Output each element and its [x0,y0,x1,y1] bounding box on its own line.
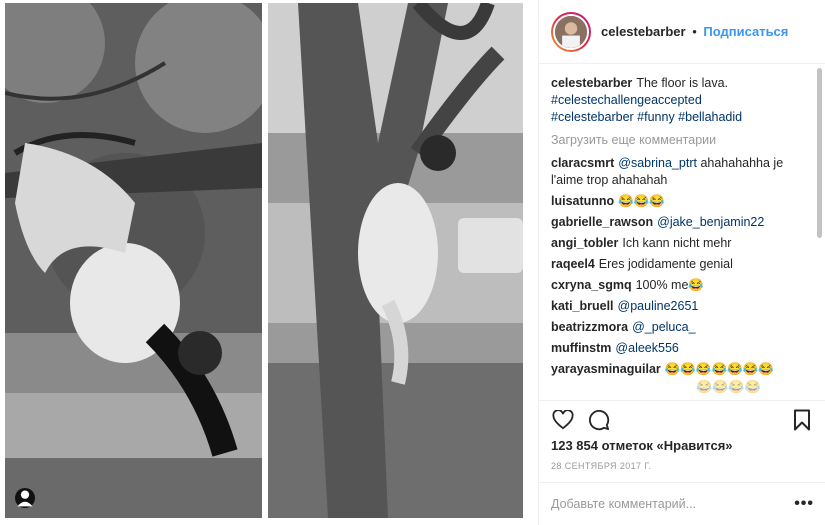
load-more-comments[interactable]: Загрузить еще комментарии [551,132,812,149]
action-bar [539,400,825,438]
comments-list[interactable]: celestebarber The floor is lava. #celeste… [539,65,825,400]
comment-item: claracsmrt @sabrina_ptrt ahahahahha je l'… [551,155,812,189]
comment-text: 😂😂😂 [618,194,665,208]
comment-item: cxryna_sgmq 100% me😂 [551,277,812,294]
comment-username[interactable]: yarayasminaguilar [551,362,661,376]
comment-username[interactable]: angi_tobler [551,236,618,250]
comment-text: Eres jodidamente genial [598,257,733,271]
comment-username[interactable]: claracsmrt [551,156,614,170]
caption: celestebarber The floor is lava. #celeste… [551,75,812,126]
post-media[interactable] [0,0,538,525]
photo-left-image [5,3,262,518]
comment-username[interactable]: cxryna_sgmq [551,278,632,292]
comment-mention[interactable]: @aleek556 [615,341,678,355]
comment-item: kati_bruell @pauline2651 [551,298,812,315]
comment-text: 100% me😂 [635,278,704,292]
comment-username[interactable]: gabrielle_rawson [551,215,653,229]
comment-username[interactable]: luisatunno [551,194,614,208]
photo-left [5,3,262,518]
comment-item: gabrielle_rawson @jake_benjamin22 [551,214,812,231]
comment-item: muffinstm @aleek556 [551,340,812,357]
follow-button[interactable]: Подписаться [703,24,788,39]
comment-mention[interactable]: @jake_benjamin22 [657,215,764,229]
comment-item: yarayasminaguilar 😂😂😂😂😂😂😂 [551,361,812,378]
caption-text: The floor is lava. [636,76,729,90]
comment-item: angi_tobler Ich kann nicht mehr [551,235,812,252]
photo-right [268,3,523,518]
caption-username[interactable]: celestebarber [551,76,632,90]
comment-username[interactable]: raqeel4 [551,257,595,271]
comment-mention[interactable]: @pauline2651 [618,299,699,313]
avatar[interactable] [551,11,591,52]
post-header: celestebarber • Подписаться [539,0,825,64]
comment-username[interactable]: beatrizzmora [551,320,628,334]
post-date[interactable]: 28 СЕНТЯБРЯ 2017 Г. [551,461,651,471]
bookmark-icon[interactable] [790,408,814,432]
header-username[interactable]: celestebarber [601,24,686,39]
likes-count[interactable]: 123 854 отметок «Нравится» [551,438,733,453]
caption-hashtags-2[interactable]: #celestebarber #funny #bellahadid [551,110,742,124]
add-comment-bar: ••• [539,482,825,525]
comment-username[interactable]: kati_bruell [551,299,614,313]
photo-right-image [268,3,523,518]
user-tag-icon[interactable] [15,488,35,508]
comment-mention[interactable]: @_peluca_ [632,320,695,334]
header-separator: • [692,24,697,39]
post-panel: celestebarber • Подписаться celestebarbe… [538,0,825,525]
heart-icon[interactable] [551,408,575,432]
avatar-image [553,13,589,50]
comment-icon[interactable] [587,408,611,432]
more-options-button[interactable]: ••• [794,495,814,513]
comments-scrollbar[interactable] [817,68,822,238]
comment-mention[interactable]: @sabrina_ptrt [618,156,697,170]
partial-comment-row: 😂😂😂😂 [696,379,761,394]
comment-username[interactable]: muffinstm [551,341,611,355]
comment-text: Ich kann nicht mehr [622,236,732,250]
comment-item: luisatunno 😂😂😂 [551,193,812,210]
comment-text: 😂😂😂😂😂😂😂 [664,362,774,376]
caption-hashtags-1[interactable]: #celestechallengeaccepted [551,93,702,107]
comment-input[interactable] [551,497,795,511]
comment-item: beatrizzmora @_peluca_ [551,319,812,336]
comment-item: raqeel4 Eres jodidamente genial [551,256,812,273]
